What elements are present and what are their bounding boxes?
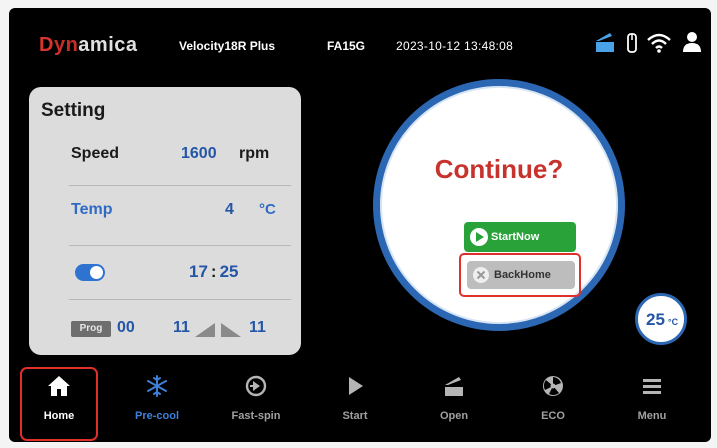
timer-seconds: 25 <box>219 262 239 281</box>
datetime: 2023-10-12 13:48:08 <box>396 39 514 53</box>
top-status-bar: Dynamica Velocity18R Plus FA15G 2023-10-… <box>9 8 711 70</box>
status-icons <box>594 30 706 58</box>
speed-label: Speed <box>71 145 120 162</box>
device-screen: Dynamica Velocity18R Plus FA15G 2023-10-… <box>9 8 711 442</box>
temp-label: Temp <box>71 201 113 218</box>
back-home-label: BackHome <box>494 269 551 281</box>
fast-spin-icon <box>245 375 267 397</box>
nav-fast-spin-label: Fast-spin <box>231 410 281 422</box>
setting-panel: Setting Speed 1600 rpm Temp 4 °C 17:25 P… <box>29 87 301 355</box>
chamber-temp-bubble: 25 °C <box>635 293 687 345</box>
nav-eco[interactable]: ECO <box>514 360 592 442</box>
timer-value[interactable]: 17:25 <box>189 262 239 282</box>
timer-row[interactable]: 17:25 <box>69 253 289 293</box>
wifi-icon <box>647 33 671 53</box>
speed-value[interactable]: 1600 <box>181 145 217 163</box>
nav-menu[interactable]: Menu <box>613 360 691 442</box>
nav-home[interactable]: Home <box>20 360 98 442</box>
play-circle-icon <box>470 228 488 246</box>
model-name: Velocity18R Plus <box>179 39 276 53</box>
start-now-label: StartNow <box>491 231 540 243</box>
rotor-code: FA15G <box>327 39 366 53</box>
usb-icon <box>627 33 637 53</box>
nav-fast-spin[interactable]: Fast-spin <box>217 360 295 442</box>
home-icon <box>48 376 70 396</box>
back-home-highlight: BackHome <box>459 253 581 297</box>
play-icon <box>349 377 363 395</box>
nav-pre-cool[interactable]: Pre-cool <box>118 360 196 442</box>
setting-title: Setting <box>41 100 106 121</box>
nav-home-label: Home <box>43 410 75 422</box>
divider <box>69 185 291 186</box>
nav-open[interactable]: Open <box>415 360 493 442</box>
lid-icon <box>596 33 614 52</box>
timer-separator: : <box>210 262 217 281</box>
divider <box>69 245 291 246</box>
temp-unit: °C <box>259 201 276 218</box>
timer-minutes: 17 <box>189 262 208 281</box>
timer-mode-toggle[interactable] <box>75 264 105 281</box>
decel-value[interactable]: 11 <box>249 319 266 337</box>
open-lid-icon <box>445 377 463 396</box>
accel-value[interactable]: 11 <box>173 319 190 337</box>
brand-logo: Dynamica <box>39 34 138 56</box>
start-now-button[interactable]: StartNow <box>464 222 576 252</box>
divider <box>69 299 291 300</box>
nav-pre-cool-label: Pre-cool <box>134 410 179 422</box>
snowflake-icon <box>147 375 167 397</box>
nav-start[interactable]: Start <box>316 360 394 442</box>
close-circle-icon <box>473 267 489 283</box>
menu-icon <box>643 379 661 394</box>
dialog-title: Continue? <box>434 154 564 184</box>
nav-start-label: Start <box>342 410 368 422</box>
accel-decel-ramp-icon <box>195 323 241 337</box>
program-row[interactable]: Prog 00 11 11 <box>69 309 289 349</box>
program-number[interactable]: 00 <box>117 319 135 337</box>
back-home-button[interactable]: BackHome <box>467 261 575 289</box>
temp-row[interactable]: Temp 4 °C <box>69 191 289 231</box>
nav-open-label: Open <box>439 410 469 422</box>
speed-row[interactable]: Speed 1600 rpm <box>69 135 289 175</box>
chamber-temp-value: 25 <box>646 310 665 329</box>
bottom-nav: Home Pre-cool Fast-spin Start Open ECO M… <box>9 360 711 442</box>
nav-eco-label: ECO <box>541 410 565 422</box>
toggle-knob <box>90 266 103 279</box>
temp-value[interactable]: 4 <box>225 201 234 219</box>
nav-menu-label: Menu <box>637 410 667 422</box>
chamber-temp-unit: °C <box>668 317 679 327</box>
eco-icon <box>543 376 563 396</box>
user-icon[interactable] <box>682 31 702 53</box>
continue-dialog: Continue? StartNow BackHome <box>373 79 625 331</box>
speed-unit: rpm <box>239 145 270 162</box>
prog-badge: Prog <box>71 321 111 337</box>
